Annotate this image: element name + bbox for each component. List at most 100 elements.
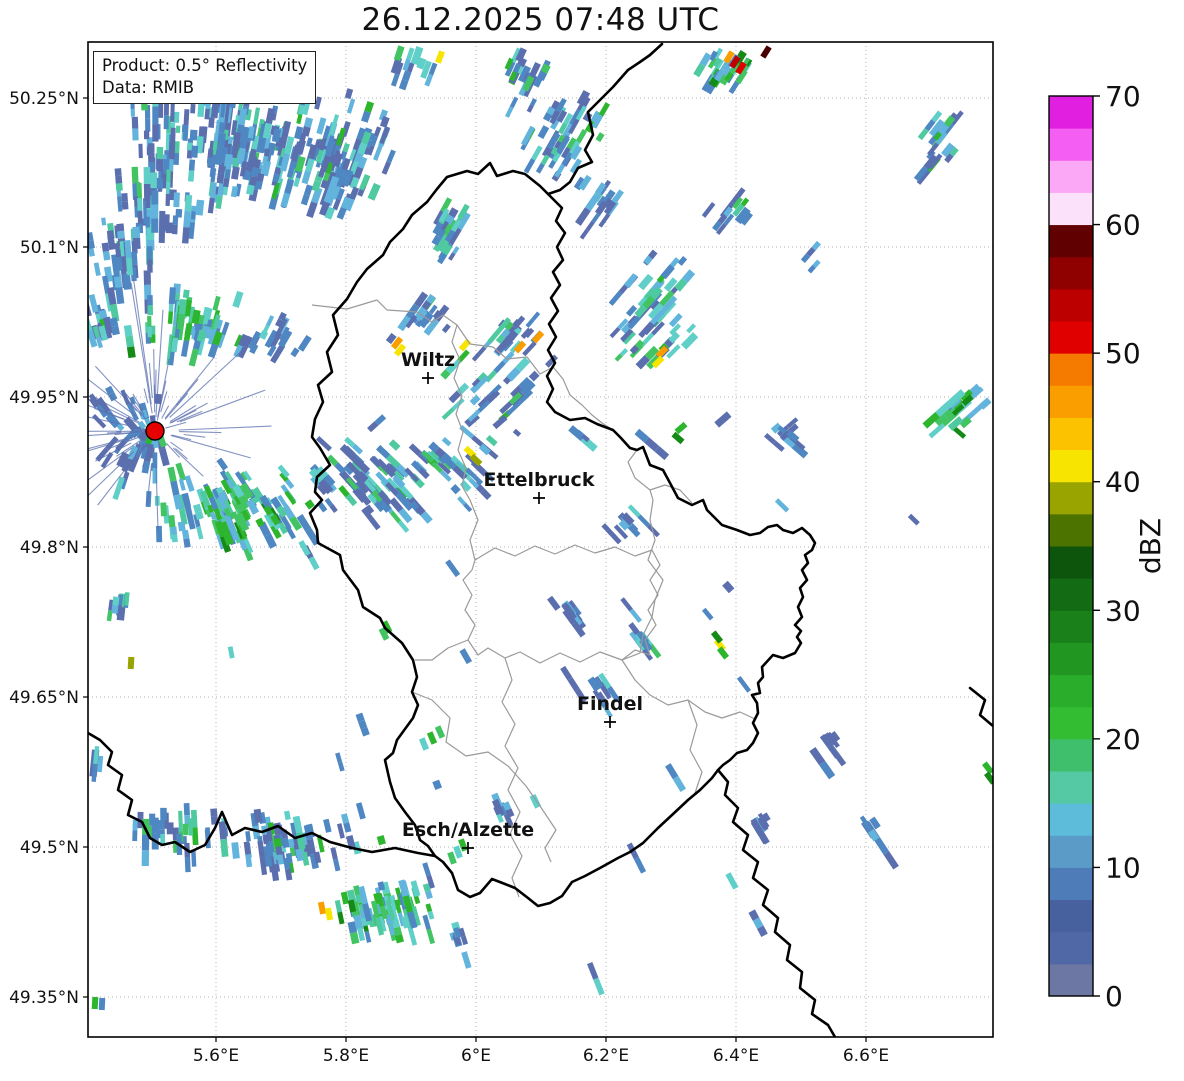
echo-bin bbox=[232, 290, 244, 308]
echo-bin bbox=[637, 514, 651, 528]
colorbar-segment bbox=[1049, 449, 1093, 483]
echo-bin bbox=[115, 175, 123, 184]
colorbar-segment bbox=[1049, 642, 1093, 676]
echo-bin bbox=[151, 204, 159, 219]
echo-bin bbox=[301, 170, 312, 185]
radar-figure: 26.12.2025 07:48 UTC Wiltz Ettelbruck Find… bbox=[0, 0, 1184, 1081]
echo-bin bbox=[459, 648, 473, 665]
y-tick-label: 49.35°N bbox=[9, 988, 79, 1008]
region-border bbox=[415, 639, 469, 661]
echo-bin bbox=[159, 210, 166, 228]
echo-bin bbox=[323, 818, 332, 833]
echo-bin bbox=[598, 102, 611, 117]
echo-bin-strong bbox=[760, 45, 772, 59]
city-label: Wiltz bbox=[401, 349, 455, 371]
echo-bin bbox=[168, 514, 176, 528]
echo-bin bbox=[367, 182, 381, 201]
echo-bin bbox=[680, 332, 699, 350]
echo-bin bbox=[441, 437, 452, 447]
echo-bin-strong bbox=[716, 646, 730, 660]
echo-bin bbox=[337, 761, 345, 772]
echo-bin-strong bbox=[710, 630, 724, 644]
echo-bin bbox=[364, 101, 375, 113]
y-tick-label: 49.95°N bbox=[9, 388, 79, 408]
echo-bin bbox=[188, 348, 199, 367]
echo-bin bbox=[332, 858, 341, 872]
echo-bin bbox=[231, 166, 240, 180]
echo-bin bbox=[88, 313, 93, 332]
echo-bin bbox=[346, 98, 356, 114]
echo-bin bbox=[585, 220, 595, 232]
echo-bin bbox=[457, 349, 470, 363]
echo-bin bbox=[633, 856, 647, 874]
echo-bin bbox=[115, 183, 123, 192]
clutter-spoke bbox=[179, 431, 222, 434]
colorbar-segment bbox=[1049, 835, 1093, 868]
colorbar-segment bbox=[1049, 803, 1093, 836]
x-tick-label: 6.2°E bbox=[583, 1046, 629, 1066]
colorbar-axis-label: dBZ bbox=[1134, 518, 1167, 574]
echo-bin bbox=[227, 646, 235, 659]
echo-bin bbox=[523, 158, 536, 174]
echo-bin bbox=[150, 172, 158, 188]
echo-bin bbox=[764, 432, 776, 445]
echo-bin bbox=[102, 251, 111, 261]
echo-bin bbox=[591, 212, 601, 224]
echo-bin bbox=[296, 113, 303, 125]
echo-bin bbox=[245, 830, 251, 842]
colorbar-segment bbox=[1049, 481, 1093, 515]
colorbar-tick-label: 0 bbox=[1105, 980, 1123, 1013]
colorbar-segment bbox=[1049, 96, 1093, 129]
echo-bin-strong bbox=[426, 731, 438, 745]
echo-bin bbox=[126, 346, 136, 359]
echo-bin bbox=[303, 184, 313, 196]
echo-bin bbox=[101, 242, 110, 252]
echo-bin bbox=[344, 88, 354, 100]
echo-bin bbox=[297, 334, 312, 352]
echo-bin-strong bbox=[458, 338, 472, 352]
echo-bin bbox=[386, 149, 396, 164]
region-border bbox=[462, 544, 661, 664]
product-info-box: Product: 0.5° Reflectivity Data: RMIB bbox=[93, 51, 317, 104]
echo-bin bbox=[686, 323, 697, 334]
echo-bin bbox=[132, 830, 138, 842]
product-info-line1: Product: 0.5° Reflectivity bbox=[102, 56, 308, 75]
echo-bin bbox=[492, 414, 508, 430]
echo-bin bbox=[340, 813, 350, 824]
x-tick-label: 6.4°E bbox=[713, 1046, 759, 1066]
echo-bin bbox=[722, 580, 735, 594]
echo-bin bbox=[143, 167, 151, 184]
echo-bin bbox=[125, 335, 135, 348]
echo-bin bbox=[146, 246, 153, 260]
echo-bin-strong bbox=[983, 771, 993, 785]
colorbar-segment bbox=[1049, 353, 1093, 386]
product-info-line2: Data: RMIB bbox=[102, 78, 195, 97]
echo-bin bbox=[629, 608, 642, 623]
y-tick-label: 50.1°N bbox=[20, 238, 79, 258]
colorbar-segment bbox=[1049, 867, 1093, 901]
radar-echoes bbox=[88, 45, 993, 1011]
echo-bin bbox=[388, 439, 401, 451]
echo-bin bbox=[183, 210, 191, 228]
echo-bin bbox=[171, 534, 178, 543]
echo-bin-strong bbox=[91, 996, 99, 1010]
echo-bin bbox=[131, 116, 139, 129]
echo-bin bbox=[381, 161, 392, 175]
echo-bin bbox=[376, 835, 386, 846]
echo-bin bbox=[167, 311, 174, 324]
echo-bin bbox=[575, 128, 588, 144]
echo-bin bbox=[111, 325, 120, 336]
echo-bin bbox=[169, 143, 176, 160]
colorbar-segment bbox=[1049, 738, 1093, 772]
city-cross-icon bbox=[422, 372, 434, 384]
echo-bin bbox=[620, 597, 633, 612]
echo-bin-strong bbox=[418, 737, 430, 751]
echo-bin bbox=[273, 837, 282, 848]
echo-bin bbox=[106, 230, 115, 241]
echo-bin bbox=[335, 752, 343, 763]
echo-bin bbox=[265, 107, 275, 125]
echo-bin bbox=[593, 977, 605, 996]
echo-bin bbox=[461, 951, 472, 969]
echo-bin-strong bbox=[98, 997, 106, 1011]
echo-bin bbox=[196, 526, 204, 540]
